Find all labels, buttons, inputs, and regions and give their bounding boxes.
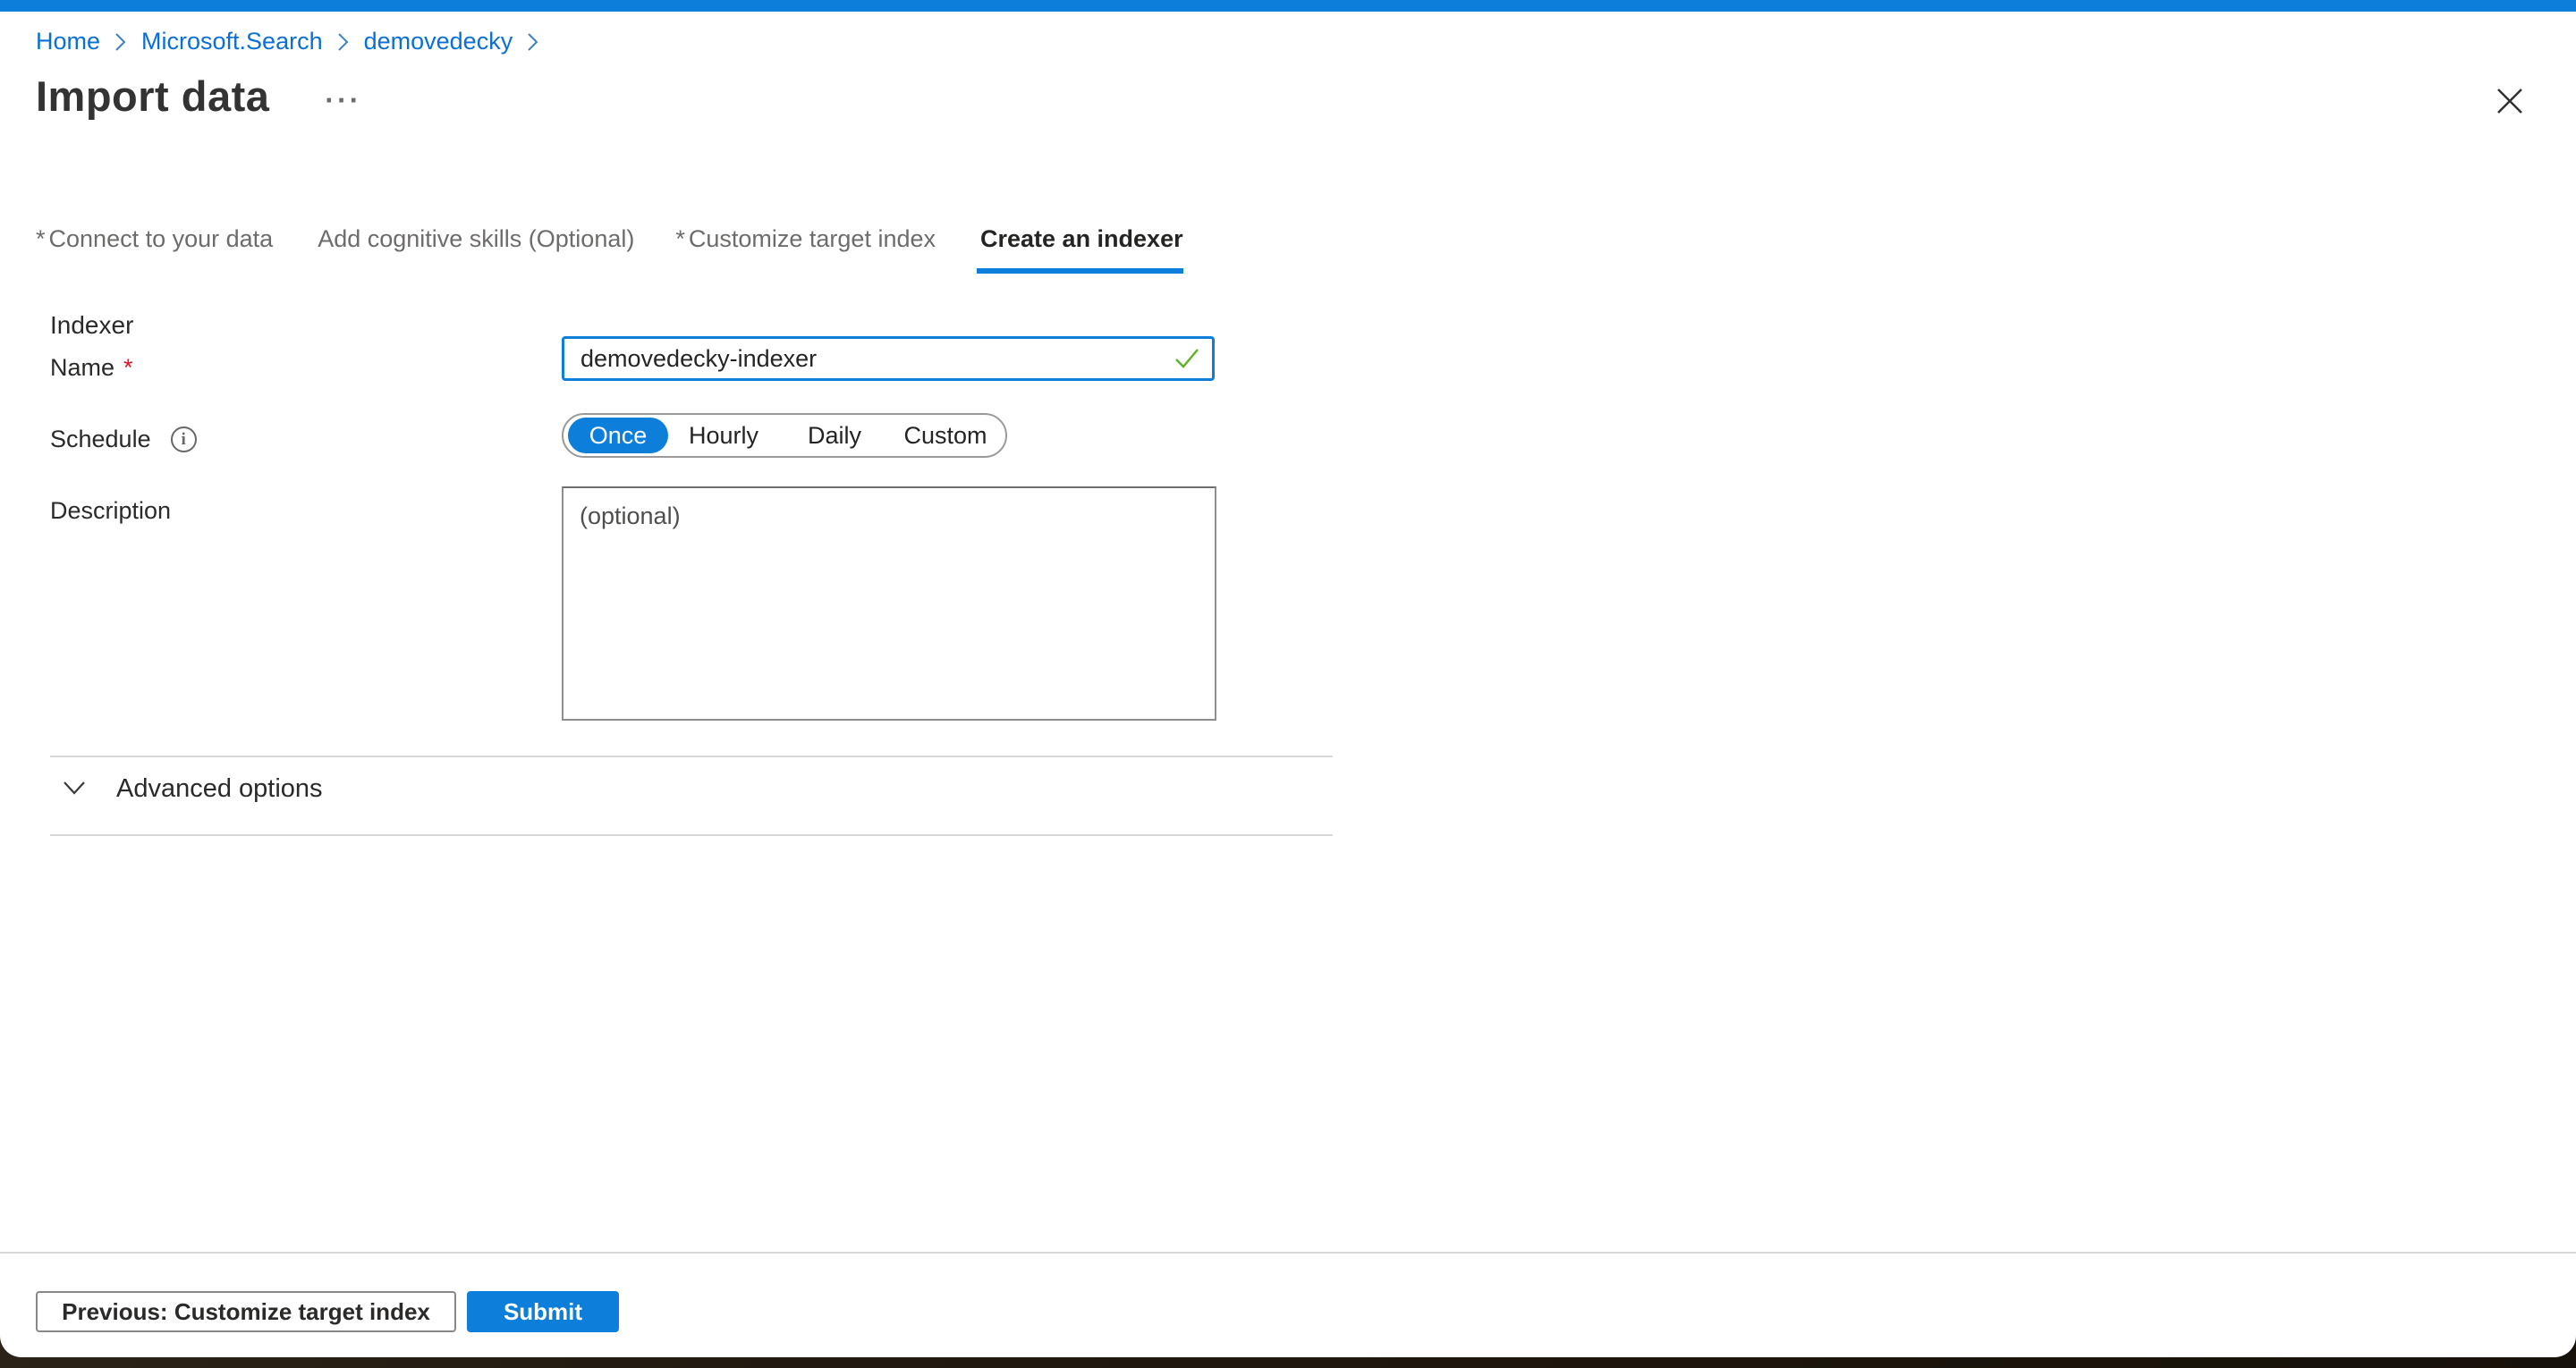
tab-create-an-indexer[interactable]: Create an indexer (977, 225, 1183, 274)
schedule-option-custom[interactable]: Custom (890, 418, 1001, 453)
chevron-right-icon (526, 30, 540, 54)
info-icon[interactable]: i (171, 426, 197, 452)
breadcrumb: Home Microsoft.Search demovedecky (36, 28, 540, 55)
tab-label: Customize target index (689, 225, 936, 252)
chevron-right-icon (336, 30, 351, 54)
description-label-text: Description (50, 497, 171, 525)
chevron-down-icon (61, 774, 88, 804)
advanced-options-label: Advanced options (116, 774, 323, 804)
required-asterisk: * (123, 354, 133, 382)
tab-required-marker: * (36, 225, 46, 252)
tab-connect-to-your-data[interactable]: *Connect to your data (36, 225, 273, 274)
chevron-right-icon (114, 30, 128, 54)
more-options-button[interactable]: ··· (325, 84, 361, 117)
schedule-label-text: Schedule (50, 426, 151, 453)
divider (50, 834, 1333, 836)
indexer-name-input[interactable] (562, 336, 1215, 381)
top-accent-bar (0, 0, 2576, 12)
footer-divider (0, 1252, 2576, 1254)
name-label-text: Name (50, 354, 114, 382)
breadcrumb-link-home[interactable]: Home (36, 28, 100, 55)
tab-add-cognitive-skills[interactable]: Add cognitive skills (Optional) (314, 225, 634, 274)
submit-button[interactable]: Submit (467, 1291, 619, 1332)
description-label: Description (50, 497, 171, 525)
title-row: Import data ··· (36, 72, 361, 121)
name-input-wrap (562, 336, 1215, 381)
tab-label: Add cognitive skills (Optional) (318, 225, 634, 252)
tab-label: Connect to your data (49, 225, 274, 252)
close-button[interactable] (2490, 82, 2529, 122)
schedule-toggle-group: Once Hourly Daily Custom (562, 413, 1007, 458)
close-icon (2493, 84, 2527, 121)
schedule-option-once[interactable]: Once (568, 418, 668, 453)
previous-step-button[interactable]: Previous: Customize target index (36, 1291, 456, 1332)
import-data-panel: Home Microsoft.Search demovedecky Import… (0, 0, 2576, 1357)
wizard-tabs: *Connect to your data Add cognitive skil… (36, 225, 1183, 274)
tab-required-marker: * (675, 225, 685, 252)
breadcrumb-link-demovedecky[interactable]: demovedecky (364, 28, 513, 55)
divider (50, 756, 1333, 757)
tab-customize-target-index[interactable]: *Customize target index (675, 225, 936, 274)
description-textarea[interactable] (562, 486, 1216, 721)
name-label: Name * (50, 354, 133, 382)
schedule-option-hourly[interactable]: Hourly (668, 418, 779, 453)
schedule-option-daily[interactable]: Daily (779, 418, 890, 453)
section-title-indexer: Indexer (50, 311, 133, 340)
breadcrumb-link-microsoft-search[interactable]: Microsoft.Search (141, 28, 323, 55)
page-title: Import data (36, 72, 269, 121)
schedule-label: Schedule i (50, 426, 197, 453)
advanced-options-toggle[interactable]: Advanced options (61, 774, 323, 804)
tab-label: Create an indexer (980, 225, 1183, 252)
